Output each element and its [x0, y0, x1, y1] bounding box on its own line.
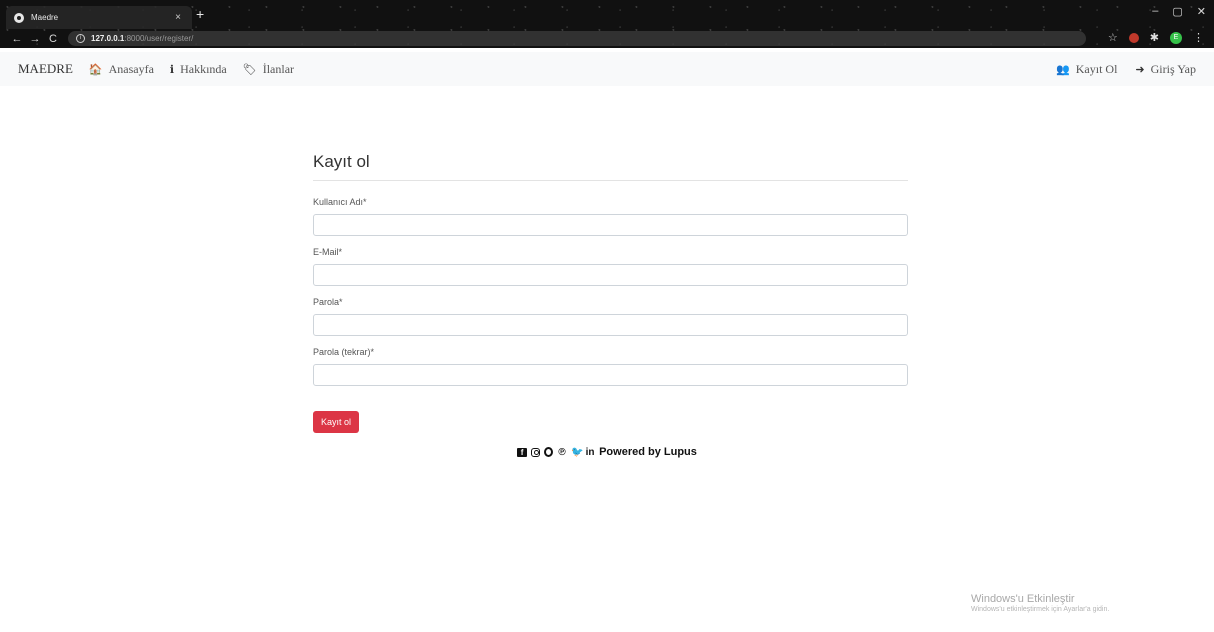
- nav-link-label: Giriş Yap: [1150, 61, 1196, 76]
- home-icon: 🏠: [88, 63, 103, 76]
- windows-activation-watermark: Windows'u Etkinleştir Windows'u etkinleş…: [971, 593, 1109, 613]
- password-confirm-group: Parola (tekrar)*: [313, 347, 908, 386]
- sign-in-icon: ➜: [1135, 63, 1145, 76]
- site-info-icon[interactable]: i: [76, 34, 85, 43]
- username-group: Kullanıcı Adı*: [313, 197, 908, 236]
- browser-chrome: Maedre × + – ▢ ✕ ← → C i 127.0.0.1 :8000…: [0, 0, 1214, 48]
- user-plus-icon: 👥: [1056, 63, 1070, 76]
- browser-toolbar: ← → C i 127.0.0.1 :8000/user/register/: [0, 29, 1214, 48]
- browser-tab[interactable]: Maedre ×: [6, 6, 192, 29]
- extensions-puzzle-icon[interactable]: ✱: [1150, 31, 1159, 44]
- instagram-icon[interactable]: [531, 447, 541, 457]
- email-label: E-Mail*: [313, 247, 343, 257]
- nav-link-listings[interactable]: 🏷 İlanlar: [243, 62, 294, 77]
- nav-link-label: İlanlar: [262, 61, 295, 76]
- watermark-subtitle: Windows'u etkinleştirmek için Ayarlar'a …: [971, 606, 1110, 613]
- tab-close-icon[interactable]: ×: [172, 12, 184, 23]
- browser-menu-icon[interactable]: ⋮: [1193, 31, 1204, 44]
- close-icon[interactable]: ✕: [1197, 5, 1206, 18]
- watermark-title: Windows'u Etkinleştir: [971, 593, 1075, 605]
- info-icon: ℹ: [169, 63, 175, 76]
- window-controls: – ▢ ✕: [1152, 5, 1206, 18]
- pinterest-icon[interactable]: ℗: [557, 447, 567, 458]
- navbar-brand[interactable]: MAEDRE: [18, 61, 73, 77]
- opera-icon[interactable]: [544, 447, 554, 457]
- url-path: :8000/user/register/: [124, 34, 194, 43]
- username-label: Kullanıcı Adı*: [313, 197, 367, 207]
- nav-link-label: Hakkında: [180, 61, 227, 76]
- email-input[interactable]: [313, 264, 908, 286]
- password-input[interactable]: [313, 314, 908, 336]
- nav-link-login[interactable]: ➜ Giriş Yap: [1135, 62, 1196, 77]
- back-icon[interactable]: ←: [8, 33, 26, 45]
- navbar-right: 👥 Kayıt Ol ➜ Giriş Yap: [1038, 52, 1196, 86]
- url-host: 127.0.0.1: [91, 34, 125, 43]
- nav-link-label: Anasayfa: [108, 61, 154, 76]
- email-group: E-Mail*: [313, 247, 908, 286]
- address-bar[interactable]: i 127.0.0.1 :8000/user/register/: [68, 31, 1086, 46]
- register-form: Kayıt ol Kullanıcı Adı* E-Mail* Parola* …: [313, 152, 908, 433]
- new-tab-button[interactable]: +: [196, 7, 204, 21]
- password-confirm-label: Parola (tekrar)*: [313, 347, 375, 357]
- linkedin-icon[interactable]: in: [585, 447, 595, 458]
- password-group: Parola*: [313, 297, 908, 336]
- bookmark-star-icon[interactable]: ☆: [1108, 31, 1118, 44]
- form-title: Kayıt ol: [313, 152, 908, 181]
- tab-title: Maedre: [31, 13, 59, 22]
- nav-link-label: Kayıt Ol: [1075, 61, 1118, 76]
- reload-icon[interactable]: C: [44, 33, 62, 45]
- tag-icon: 🏷: [242, 63, 257, 76]
- footer-credit: Powered by Lupus: [599, 446, 697, 458]
- forward-icon[interactable]: →: [26, 33, 44, 45]
- password-label: Parola*: [313, 297, 343, 307]
- site-navbar: MAEDRE 🏠 Anasayfa ℹ Hakkında 🏷 İlanlar 👥…: [0, 52, 1214, 86]
- minimize-icon[interactable]: –: [1152, 5, 1158, 18]
- tab-strip: Maedre × + – ▢ ✕: [0, 0, 1214, 29]
- extension-icon[interactable]: [1128, 32, 1139, 43]
- nav-link-home[interactable]: 🏠 Anasayfa: [89, 62, 154, 77]
- twitter-icon[interactable]: 🐦: [571, 447, 583, 458]
- facebook-icon[interactable]: f: [517, 447, 528, 457]
- password-confirm-input[interactable]: [313, 364, 908, 386]
- profile-avatar[interactable]: E: [1170, 31, 1182, 44]
- restore-icon[interactable]: ▢: [1172, 5, 1182, 18]
- nav-link-about[interactable]: ℹ Hakkında: [170, 62, 227, 77]
- register-submit-button[interactable]: Kayıt ol: [313, 411, 360, 433]
- favicon-icon: [14, 12, 24, 23]
- toolbar-actions: ☆ ✱ E ⋮: [1108, 31, 1204, 44]
- nav-link-register[interactable]: 👥 Kayıt Ol: [1056, 62, 1117, 77]
- username-input[interactable]: [313, 214, 908, 236]
- footer: f ℗ 🐦 in Powered by Lupus: [0, 446, 1214, 458]
